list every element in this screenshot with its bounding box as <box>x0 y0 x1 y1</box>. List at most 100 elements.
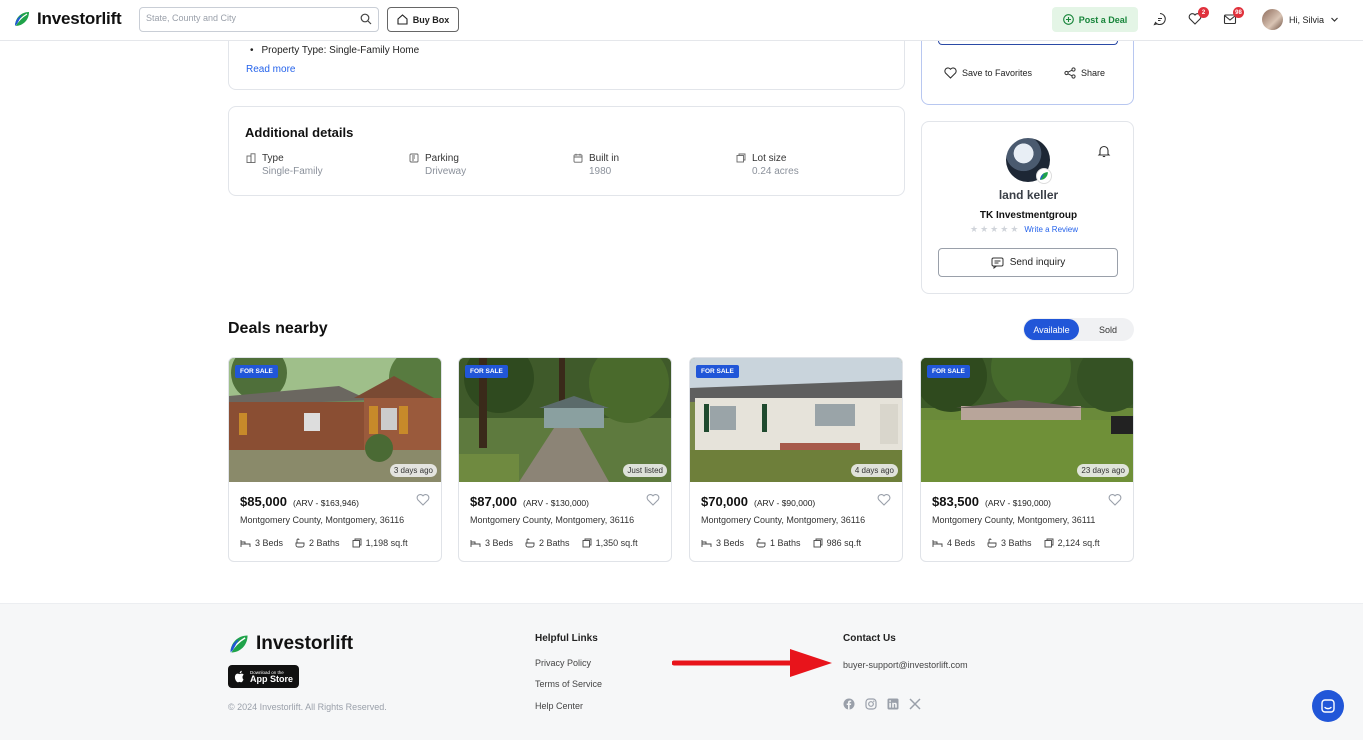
listing-card[interactable]: FOR SALE 3 days ago $85,000 (ARV - $163,… <box>228 357 442 562</box>
detail-lot-size: Lot size 0.24 acres <box>736 153 799 177</box>
star-icon: ★ <box>1010 224 1019 234</box>
social-links <box>843 698 921 710</box>
post-deal-button[interactable]: Post a Deal <box>1052 7 1138 32</box>
bath-icon <box>987 538 997 548</box>
bed-icon <box>240 539 251 547</box>
buy-box-button[interactable]: Buy Box <box>387 7 459 32</box>
bed-icon <box>932 539 943 547</box>
leaf-logo-icon <box>229 635 248 653</box>
listing-features: 3 Beds 1 Baths 986 sq.ft <box>701 538 861 548</box>
toggle-sold[interactable]: Sold <box>1085 319 1131 340</box>
star-icon: ★ <box>980 224 989 234</box>
listing-photo[interactable]: FOR SALE Just listed <box>459 358 671 482</box>
sqft-value: 2,124 sq.ft <box>1057 538 1100 548</box>
chat-support-icon <box>1321 699 1335 713</box>
plus-circle-icon <box>1062 14 1074 25</box>
baths-feature: 1 Baths <box>756 538 801 548</box>
support-chat-button[interactable] <box>1312 690 1344 722</box>
detail-label: Built in <box>589 153 620 164</box>
beds-count: 3 Beds <box>255 538 284 548</box>
investorlift-logo[interactable]: Investorlift <box>13 9 122 29</box>
share-icon <box>1064 67 1076 79</box>
toggle-available[interactable]: Available <box>1024 319 1079 340</box>
listing-card[interactable]: FOR SALE 4 days ago $70,000 (ARV - $90,0… <box>689 357 903 562</box>
linkedin-icon[interactable] <box>887 698 899 710</box>
listing-features: 3 Beds 2 Baths 1,198 sq.ft <box>240 538 408 548</box>
favorite-heart-icon[interactable] <box>877 493 891 509</box>
baths-count: 2 Baths <box>539 538 570 548</box>
user-menu[interactable]: Hi, Silvia <box>1262 9 1339 30</box>
footer-logo[interactable]: Investorlift <box>228 633 353 655</box>
send-inquiry-label: Send inquiry <box>1009 257 1066 268</box>
beds-feature: 3 Beds <box>470 538 513 548</box>
for-sale-tag: FOR SALE <box>465 365 508 378</box>
sqft-value: 1,350 sq.ft <box>595 538 638 548</box>
messages-mail-icon[interactable]: 98 <box>1223 7 1244 29</box>
top-navbar: Investorlift Buy Box Post a Deal 2 <box>0 0 1363 41</box>
listing-photo[interactable]: FOR SALE 3 days ago <box>229 358 441 482</box>
listing-features: 3 Beds 2 Baths 1,350 sq.ft <box>470 538 638 548</box>
parking-icon <box>409 153 419 163</box>
read-more-link[interactable]: Read more <box>246 64 295 75</box>
listing-card[interactable]: FOR SALE Just listed $87,000 (ARV - $130… <box>458 357 672 562</box>
beds-count: 3 Beds <box>716 538 745 548</box>
beds-feature: 3 Beds <box>701 538 744 548</box>
sqft-feature: 1,198 sq.ft <box>352 538 408 548</box>
beds-feature: 3 Beds <box>240 538 283 548</box>
search-icon[interactable] <box>360 13 372 25</box>
agent-avatar[interactable] <box>1006 138 1052 184</box>
help-center-link[interactable]: Help Center <box>535 701 583 711</box>
listing-photo[interactable]: FOR SALE 23 days ago <box>921 358 1133 482</box>
share-button[interactable]: Share <box>1064 67 1105 79</box>
messages-count-badge: 98 <box>1233 7 1244 18</box>
agent-card: land keller TK Investmentgroup ★ ★ ★ ★ ★… <box>921 121 1134 294</box>
detail-value: Driveway <box>425 166 467 177</box>
property-type-text: Property Type: Single-Family Home <box>261 45 420 56</box>
detail-parking: Parking Driveway <box>409 153 466 177</box>
listing-location: Montgomery County, Montgomery, 36111 <box>932 515 1096 525</box>
agent-company: TK Investmentgroup <box>979 210 1078 221</box>
baths-feature: 3 Baths <box>987 538 1032 548</box>
listing-photo[interactable]: FOR SALE 4 days ago <box>690 358 902 482</box>
search-input[interactable] <box>146 13 346 23</box>
app-store-button[interactable]: Download on the App Store <box>228 665 299 688</box>
user-avatar <box>1262 9 1283 30</box>
price-row: $70,000 (ARV - $90,000) <box>701 494 815 509</box>
rating-stars: ★ ★ ★ ★ ★ Write a Review <box>970 224 1078 235</box>
bed-icon <box>701 539 712 547</box>
favorites-heart-icon[interactable]: 2 <box>1188 7 1209 29</box>
bath-icon <box>295 538 305 548</box>
bell-icon[interactable] <box>1097 144 1111 161</box>
favorite-heart-icon[interactable] <box>1108 493 1122 509</box>
description-bullet: • Property Type: Single-Family Home <box>250 45 420 56</box>
detail-value: 1980 <box>589 166 612 177</box>
star-icon: ★ <box>1000 224 1009 234</box>
instagram-icon[interactable] <box>865 698 877 710</box>
agent-name[interactable]: land keller <box>922 188 1135 202</box>
area-icon <box>582 538 592 548</box>
favorite-heart-icon[interactable] <box>416 493 430 509</box>
helpful-links-title: Helpful Links <box>535 633 598 644</box>
detail-value: Single-Family <box>262 166 323 177</box>
baths-count: 2 Baths <box>309 538 340 548</box>
bath-icon <box>525 538 535 548</box>
save-to-favorites-button[interactable]: Save to Favorites <box>944 67 1032 79</box>
privacy-policy-link[interactable]: Privacy Policy <box>535 658 591 668</box>
baths-count: 3 Baths <box>1001 538 1032 548</box>
listing-age: 3 days ago <box>389 464 437 477</box>
favorite-heart-icon[interactable] <box>646 493 660 509</box>
sqft-value: 986 sq.ft <box>826 538 862 548</box>
user-greeting: Hi, Silvia <box>1289 14 1325 25</box>
write-review-link[interactable]: Write a Review <box>1024 225 1078 234</box>
facebook-icon[interactable] <box>843 698 855 710</box>
listing-card[interactable]: FOR SALE 23 days ago $83,500 (ARV - $190… <box>920 357 1134 562</box>
contact-email-link[interactable]: buyer-support@investorlift.com <box>843 660 968 670</box>
baths-feature: 2 Baths <box>525 538 570 548</box>
send-inquiry-button[interactable]: Send inquiry <box>938 248 1118 277</box>
chat-icon[interactable] <box>1153 12 1167 29</box>
bath-icon <box>756 538 766 548</box>
x-icon[interactable] <box>909 698 921 710</box>
area-icon <box>352 538 362 548</box>
terms-of-service-link[interactable]: Terms of Service <box>535 679 602 689</box>
search-box[interactable] <box>139 7 379 32</box>
